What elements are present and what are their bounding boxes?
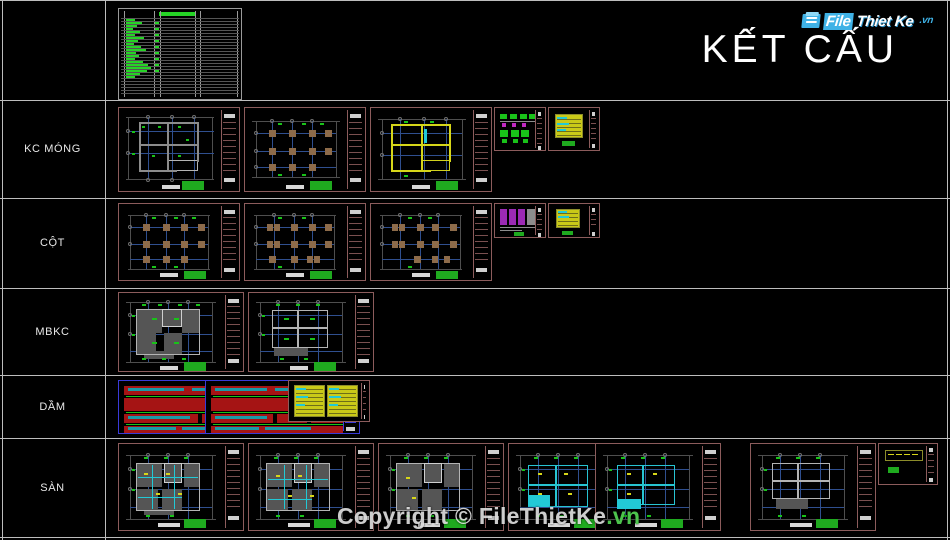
page-title: KẾT CẤU: [701, 28, 898, 71]
drawing-sheet-slab-6[interactable]: [750, 443, 876, 531]
brand-text-file: File: [823, 12, 854, 30]
sheet-title-block: [926, 446, 935, 482]
sheet-title-block: [360, 383, 367, 419]
row-label-text: SÀN: [40, 481, 65, 494]
row-label-kc-mong: KC MÓNG: [0, 100, 105, 198]
row-label-dam: DẦM: [0, 375, 105, 438]
row-label-cot: CỘT: [0, 198, 105, 288]
drawing-viewport: [552, 111, 590, 147]
sheet-title-block: [354, 446, 371, 528]
drawing-sheet-column-detail-1[interactable]: [494, 203, 546, 238]
drawing-index-table: [118, 8, 242, 100]
drawing-viewport: [498, 111, 536, 147]
sheet-title-block: [221, 110, 237, 189]
drawing-viewport: [382, 447, 484, 528]
sheet-title-block: [354, 295, 371, 369]
drawing-viewport: [122, 207, 221, 279]
brand-text-vn: .vn: [918, 15, 934, 26]
row-label-text: KC MÓNG: [24, 143, 81, 155]
brand-text-thietke: Thiet Ke: [855, 12, 915, 30]
drawing-sheet-slab-legend[interactable]: [878, 443, 938, 485]
file-folder-icon: [801, 12, 823, 30]
grid-line-right: [947, 0, 948, 540]
drawing-sheet-beam-schedule[interactable]: [288, 380, 370, 422]
drawing-sheet-foundation-detail-1[interactable]: [494, 107, 546, 151]
drawing-viewport: [248, 207, 347, 279]
drawing-sheet-column-2[interactable]: [244, 203, 366, 281]
row-label-text: MBKC: [35, 325, 70, 338]
drawing-sheet-foundation-3[interactable]: [370, 107, 492, 192]
grid-line-row5: [0, 438, 950, 439]
sheet-title-block: [535, 110, 543, 150]
sheet-title-block: [589, 110, 597, 148]
sheet-title-block: [224, 446, 241, 528]
sheet-title-block: [224, 295, 241, 369]
sheet-title-block: [347, 206, 363, 278]
drawing-viewport: [374, 111, 473, 190]
sheet-title-block: [484, 446, 501, 528]
grid-line-label-column: [105, 0, 106, 540]
sheet-title-block: [856, 446, 873, 528]
drawing-viewport: [498, 207, 536, 236]
drawing-viewport: [252, 296, 354, 371]
sheet-title-block: [473, 206, 489, 278]
row-label-text: CỘT: [39, 237, 66, 249]
drawing-sheet-column-detail-2[interactable]: [548, 203, 600, 238]
sheet-title-block: [535, 206, 543, 237]
drawing-viewport: [248, 111, 347, 190]
drawing-viewport: [122, 111, 221, 190]
drawing-viewport: [374, 207, 473, 279]
drawing-viewport: [292, 384, 363, 418]
grid-line-bottom: [0, 537, 950, 538]
drawing-sheet-slab-3[interactable]: [378, 443, 504, 531]
drawing-sheet-foundation-2[interactable]: [244, 107, 366, 192]
grid-line-row2: [0, 198, 950, 199]
sheet-title-block: [473, 110, 489, 189]
drawing-viewport: [754, 447, 856, 528]
grid-line-row1: [0, 100, 950, 101]
sheet-title-block: [221, 206, 237, 278]
drawing-sheet-slab-2[interactable]: [248, 443, 374, 531]
drawing-sheet-column-1[interactable]: [118, 203, 240, 281]
drawing-sheet-mbkc-2[interactable]: [248, 292, 374, 372]
row-label-text: DẦM: [39, 400, 66, 413]
sheet-title-block: [347, 110, 363, 189]
drawing-viewport: [882, 447, 928, 481]
sheet-title-block: [589, 206, 597, 236]
drawing-viewport: [552, 207, 590, 235]
grid-line-top: [0, 0, 950, 1]
cad-sheet-layout: KC MÓNG CỘT MBKC DẦM SÀN KẾT CẤU File Th…: [0, 0, 950, 540]
grid-line-row4: [0, 375, 950, 376]
row-label-mbkc: MBKC: [0, 288, 105, 375]
grid-line-row3: [0, 288, 950, 289]
drawing-viewport: [122, 447, 224, 528]
drawing-sheet-column-3[interactable]: [370, 203, 492, 281]
drawing-viewport: [122, 296, 224, 371]
sheet-title-block: [701, 446, 718, 528]
drawing-sheet-slab-5[interactable]: [595, 443, 721, 531]
row-label-san: SÀN: [0, 438, 105, 537]
filethietke-logo: File Thiet Ke .vn: [801, 12, 936, 30]
drawing-viewport: [599, 447, 701, 528]
drawing-sheet-slab-1[interactable]: [118, 443, 244, 531]
drawing-sheet-mbkc-1[interactable]: [118, 292, 244, 372]
drawing-sheet-foundation-detail-2[interactable]: [548, 107, 600, 151]
drawing-sheet-foundation-1[interactable]: [118, 107, 240, 192]
drawing-viewport: [252, 447, 354, 528]
